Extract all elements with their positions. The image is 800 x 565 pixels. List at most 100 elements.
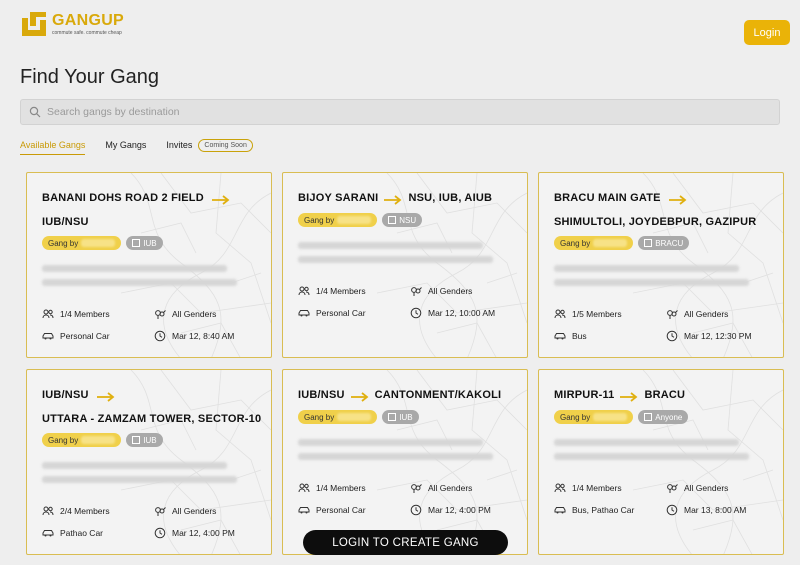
gang-card[interactable]: BRACU MAIN GATE SHIMULTOLI, JOYDEBPUR, GA… [538,172,784,358]
members-icon [42,309,54,319]
brand-tagline: commute safe. commute cheap [52,29,122,36]
members-info: 1/4 Members [298,285,366,297]
route-line: IUB/NSU CANTONMENT/KAKOLI [298,389,501,401]
arrow-right-icon [97,392,115,402]
brand-logo[interactable]: GANGUP commute safe. commute cheap [20,10,124,38]
institution-icon [388,413,397,421]
top-bar: GANGUP commute safe. commute cheap Login [0,0,800,60]
gender-info: All Genders [666,308,728,320]
route-to: SHIMULTOLI, JOYDEBPUR, GAZIPUR [554,216,757,228]
gang-card[interactable]: BIJOY SARANI NSU, IUB, AIUB Gang by NSU 1/4 … [282,172,528,358]
members-info: 1/4 Members [554,482,622,494]
route-to: IUB/NSU [42,216,89,228]
arrow-right-icon [669,195,687,205]
search-bar[interactable] [20,99,780,125]
gang-owner-badge[interactable]: Gang by [298,410,378,424]
institution-badge: IUB [382,410,419,424]
vehicle-info: Bus [554,330,587,342]
page-title: Find Your Gang [20,66,159,88]
arrow-right-icon [351,392,369,402]
tag-row: Gang by IUB [42,236,163,250]
gang-owner-badge[interactable]: Gang by [42,433,122,447]
institution-badge: BRACU [638,236,690,250]
time-info: Mar 12, 4:00 PM [410,504,491,516]
owner-name-blurred [81,239,116,247]
brand-name: GANGUP [52,11,125,29]
gender-icon [411,484,422,493]
route-from: BANANI DOHS ROAD 2 FIELD [42,192,204,204]
route-to: BRACU [644,389,686,401]
owner-name-blurred [593,239,628,247]
tag-row: Gang by NSU [298,213,423,227]
members-info: 1/4 Members [298,482,366,494]
gender-icon [667,484,678,493]
gender-icon [155,507,166,516]
gang-card[interactable]: IUB/NSU CANTONMENT/KAKOLI Gang by IUB 1/4 Me… [282,369,528,555]
clock-icon [410,504,422,516]
car-icon [554,333,566,340]
institution-badge: NSU [382,213,423,227]
gender-info: All Genders [410,482,472,494]
car-icon [42,333,54,340]
clock-icon [410,307,422,319]
arrow-right-icon [384,195,402,205]
gang-card[interactable]: IUB/NSU UTTARA - ZAMZAM TOWER, SECTOR-10 G… [26,369,272,555]
car-icon [554,507,566,514]
search-input[interactable] [47,106,747,118]
vehicle-info: Pathao Car [42,527,103,539]
institution-icon [644,239,653,247]
clock-icon [154,330,166,342]
car-icon [298,310,310,317]
members-icon [298,483,310,493]
gang-owner-badge[interactable]: Gang by [42,236,122,250]
login-button[interactable]: Login [744,20,790,45]
tab-available-gangs[interactable]: Available Gangs [20,135,86,155]
tag-row: Gang by IUB [298,410,419,424]
time-info: Mar 12, 10:00 AM [410,307,495,319]
gang-card[interactable]: MIRPUR-11 BRACU Gang by Anyone 1/4 Members Al… [538,369,784,555]
route-from: IUB/NSU [298,389,345,401]
gang-owner-badge[interactable]: Gang by [298,213,378,227]
members-icon [42,506,54,516]
route-to: CANTONMENT/KAKOLI [374,389,502,401]
members-icon [554,483,566,493]
tab-bar: Available Gangs My Gangs Invites Coming … [20,135,253,155]
members-info: 1/4 Members [42,308,110,320]
arrow-right-icon [620,392,638,402]
gender-info: All Genders [666,482,728,494]
route-from: MIRPUR-11 [554,389,615,401]
institution-badge: Anyone [638,410,689,424]
route-from: BRACU MAIN GATE [554,192,661,204]
time-info: Mar 13, 8:00 AM [666,504,746,516]
gender-icon [411,287,422,296]
gangup-logo-icon [20,10,48,38]
gang-card[interactable]: BANANI DOHS ROAD 2 FIELD IUB/NSU Gang by IU… [26,172,272,358]
institution-badge: IUB [126,433,163,447]
time-info: Mar 12, 12:30 PM [666,330,752,342]
route-from: BIJOY SARANI [298,192,379,204]
description-placeholder [298,242,498,270]
institution-icon [644,413,653,421]
owner-name-blurred [81,436,116,444]
description-placeholder [554,439,754,467]
institution-icon [132,239,141,247]
gang-owner-badge[interactable]: Gang by [554,410,634,424]
clock-icon [666,330,678,342]
time-info: Mar 12, 4:00 PM [154,527,235,539]
description-placeholder [298,439,498,467]
members-icon [554,309,566,319]
tag-row: Gang by Anyone [554,410,689,424]
gender-info: All Genders [154,308,216,320]
car-icon [42,530,54,537]
vehicle-info: Personal Car [42,330,110,342]
institution-badge: IUB [126,236,163,250]
login-to-create-gang-button[interactable]: LOGIN TO CREATE GANG [303,530,508,555]
institution-icon [388,216,397,224]
clock-icon [666,504,678,516]
arrow-right-icon [212,195,230,205]
owner-name-blurred [337,216,372,224]
gang-owner-badge[interactable]: Gang by [554,236,634,250]
tab-invites[interactable]: Invites [166,135,192,155]
tab-my-gangs[interactable]: My Gangs [105,135,146,155]
description-placeholder [554,265,754,293]
